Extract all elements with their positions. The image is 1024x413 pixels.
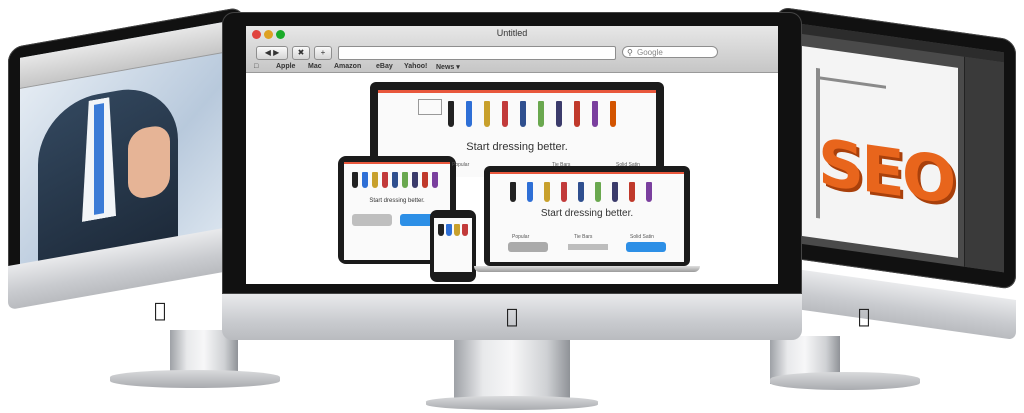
tie-thumbnail[interactable]: [629, 182, 635, 202]
right-screen: SEO: [788, 21, 1004, 273]
laptop2-product-image: [626, 242, 666, 252]
seo-letters-image: SEO: [818, 126, 954, 220]
tie-thumbnail[interactable]: [646, 182, 652, 202]
search-input[interactable]: ⚲ Google: [622, 46, 718, 58]
tie-thumbnail[interactable]: [448, 101, 454, 127]
search-placeholder: Google: [637, 48, 663, 57]
bookmark-news[interactable]: News ▾: [436, 63, 460, 71]
laptop2-category-tie-bars[interactable]: Tie Bars: [574, 234, 592, 240]
apple-logo-icon: : [502, 306, 522, 326]
left-imac: : [0, 6, 280, 400]
tie-thumbnail[interactable]: [362, 172, 368, 188]
laptop-category-solid-satin[interactable]: Solid Satin: [616, 162, 640, 168]
tie-thumbnail[interactable]: [544, 182, 550, 202]
apple-logo-icon: : [150, 300, 170, 320]
tie-thumbnail[interactable]: [592, 101, 598, 127]
right-imac-bezel: SEO: [776, 6, 1016, 290]
tie-image: [94, 103, 104, 215]
tie-thumbnail[interactable]: [595, 182, 601, 202]
laptop-category-tie-bars[interactable]: Tie Bars: [552, 162, 570, 168]
tie-thumbnail[interactable]: [538, 101, 544, 127]
tie-thumbnail[interactable]: [578, 182, 584, 202]
tie-thumbnail[interactable]: [484, 101, 490, 127]
tie-thumbnail[interactable]: [382, 172, 388, 188]
tie-thumbnail[interactable]: [392, 172, 398, 188]
laptop2-product-image: [508, 242, 548, 252]
center-screen: Untitled ◀ ▶ ✖ + ⚲ Google □ Apple Mac Am…: [246, 26, 778, 284]
bookmark-mac[interactable]: Mac: [308, 63, 322, 70]
tie-thumbnail[interactable]: [556, 101, 562, 127]
laptop2-mockup: Start dressing better. Popular Tie Bars …: [484, 166, 690, 266]
tie-thumbnail[interactable]: [352, 172, 358, 188]
center-imac: Untitled ◀ ▶ ✖ + ⚲ Google □ Apple Mac Am…: [222, 12, 802, 412]
bookmark-yahoo[interactable]: Yahoo!: [404, 63, 427, 70]
bookmark-ebay[interactable]: eBay: [376, 63, 393, 70]
site-logo: [418, 99, 442, 115]
laptop2-tagline: Start dressing better.: [540, 208, 634, 219]
laptop-tagline: Start dressing better.: [466, 141, 568, 153]
tablet-ties: [352, 172, 442, 192]
bookmark-amazon[interactable]: Amazon: [334, 63, 361, 70]
tie-thumbnail[interactable]: [612, 182, 618, 202]
tie-thumbnail[interactable]: [432, 172, 438, 188]
bookmark-apple[interactable]: Apple: [276, 63, 295, 70]
phone-ties: [438, 224, 468, 240]
tie-thumbnail[interactable]: [574, 101, 580, 127]
seo-canvas: SEO: [796, 45, 958, 258]
laptop2-ties: [510, 182, 670, 204]
laptop-category-popular[interactable]: Popular: [452, 162, 469, 168]
center-imac-foot: [426, 396, 598, 410]
tie-thumbnail[interactable]: [402, 172, 408, 188]
tie-thumbnail[interactable]: [462, 224, 468, 236]
tie-thumbnail[interactable]: [446, 224, 452, 236]
center-imac-bezel: Untitled ◀ ▶ ✖ + ⚲ Google □ Apple Mac Am…: [222, 12, 802, 294]
tie-thumbnail[interactable]: [438, 224, 444, 236]
back-forward-icon[interactable]: ◀ ▶: [256, 46, 288, 60]
laptop2-site: Start dressing better. Popular Tie Bars …: [490, 172, 684, 262]
add-tab-icon[interactable]: +: [314, 46, 332, 60]
tablet-tagline: Start dressing better.: [369, 198, 425, 204]
crane-arm-image: [816, 75, 886, 89]
right-imac: SEO : [770, 6, 1024, 400]
tie-thumbnail[interactable]: [561, 182, 567, 202]
bookmark-reader-icon[interactable]: □: [254, 63, 258, 70]
laptop-ties: [448, 101, 628, 131]
laptop2-category-popular[interactable]: Popular: [512, 234, 529, 240]
tie-thumbnail[interactable]: [454, 224, 460, 236]
browser-toolbar: Untitled ◀ ▶ ✖ + ⚲ Google □ Apple Mac Am…: [246, 26, 778, 73]
left-browser-toolbar: [20, 20, 234, 89]
center-imac-stand: [454, 340, 570, 400]
tie-thumbnail[interactable]: [527, 182, 533, 202]
laptop2-product-image: [568, 244, 608, 250]
editor-panel: [964, 56, 1004, 273]
hand-image: [128, 123, 170, 201]
reader-icon[interactable]: ✖: [292, 46, 310, 60]
laptop2-category-solid-satin[interactable]: Solid Satin: [630, 234, 654, 240]
tie-thumbnail[interactable]: [510, 182, 516, 202]
search-icon: ⚲: [627, 48, 633, 57]
tie-thumbnail[interactable]: [610, 101, 616, 127]
phone-mockup: [430, 210, 476, 282]
tie-thumbnail[interactable]: [466, 101, 472, 127]
phone-site: [434, 218, 472, 272]
tie-thumbnail[interactable]: [520, 101, 526, 127]
window-title: Untitled: [496, 28, 528, 38]
apple-logo-icon: : [854, 306, 874, 326]
tie-thumbnail[interactable]: [502, 101, 508, 127]
tie-thumbnail[interactable]: [422, 172, 428, 188]
tie-thumbnail[interactable]: [412, 172, 418, 188]
address-bar[interactable]: [338, 46, 616, 60]
laptop2-base: [474, 266, 700, 272]
tablet-product-image: [352, 214, 392, 226]
tie-thumbnail[interactable]: [372, 172, 378, 188]
